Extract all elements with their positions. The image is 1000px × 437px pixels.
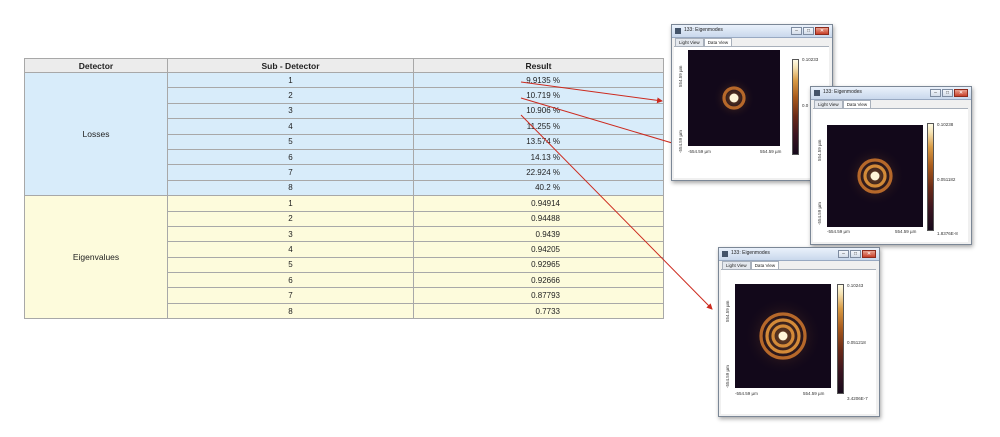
x-axis-left-label: -554.59 µm: [827, 229, 850, 234]
colorbar-mid-label: 0.051182: [937, 177, 956, 182]
colorbar-max-label: 0.10233: [802, 57, 819, 62]
mode-intensity-plot: [688, 50, 780, 146]
tab-data-view[interactable]: Data View: [750, 261, 780, 269]
x-axis-right-label: 554.59 µm: [760, 149, 782, 154]
close-button[interactable]: ✕: [815, 27, 829, 35]
eigenmodes-window-1[interactable]: 133: Eigenmodes – □ ✕ Light View Data Vi…: [671, 24, 833, 181]
y-axis-top-label: 554.59 µm: [678, 65, 683, 87]
plot-area: 554.59 µm -554.59 µm -554.59 µm 554.59 µ…: [674, 46, 829, 178]
y-axis-bottom-label: -554.59 µm: [817, 202, 822, 225]
colorbar-max-label: 0.10243: [847, 283, 864, 288]
window-icon: [722, 251, 728, 257]
mode-intensity-plot: [735, 284, 831, 388]
tab-light-view[interactable]: Light View: [675, 38, 704, 46]
window-icon: [675, 28, 681, 34]
window-icon: [814, 90, 820, 96]
y-axis-top-label: 554.59 µm: [817, 139, 822, 161]
maximize-button[interactable]: □: [850, 250, 861, 258]
window-titlebar[interactable]: 133: Eigenmodes – □ ✕: [719, 248, 879, 261]
plot-area: 554.59 µm -554.59 µm -554.59 µm 554.59 µ…: [721, 269, 876, 414]
colorbar-mid-label: 0.0: [802, 103, 809, 108]
colorbar: [792, 59, 799, 155]
x-axis-left-label: -554.59 µm: [688, 149, 711, 154]
x-axis-left-label: -554.59 µm: [735, 391, 758, 396]
x-axis-right-label: 554.59 µm: [803, 391, 825, 396]
window-title: 133: Eigenmodes: [731, 250, 770, 256]
colorbar-mid-label: 0.051218: [847, 340, 866, 345]
colorbar: [927, 123, 934, 231]
mode-core: [778, 331, 788, 341]
mode-intensity-plot: [827, 125, 923, 227]
x-axis-right-label: 554.59 µm: [895, 229, 917, 234]
maximize-button[interactable]: □: [803, 27, 814, 35]
eigenmodes-window-3[interactable]: 133: Eigenmodes – □ ✕ Light View Data Vi…: [718, 247, 880, 417]
window-title: 133: Eigenmodes: [823, 89, 862, 95]
window-title: 133: Eigenmodes: [684, 27, 723, 33]
y-axis-top-label: 554.59 µm: [725, 300, 730, 322]
close-button[interactable]: ✕: [862, 250, 876, 258]
y-axis-bottom-label: -554.59 µm: [678, 130, 683, 153]
colorbar-min-label: 1.8376E-8: [937, 231, 958, 236]
mode-core: [870, 171, 880, 181]
plot-area: 554.59 µm -554.59 µm -554.59 µm 554.59 µ…: [813, 108, 968, 242]
tab-data-view[interactable]: Data View: [842, 100, 872, 108]
tab-data-view[interactable]: Data View: [703, 38, 733, 46]
colorbar: [837, 284, 844, 394]
colorbar-min-label: 3.4206E-7: [847, 396, 868, 401]
mode-core: [729, 93, 739, 103]
close-button[interactable]: ✕: [954, 89, 968, 97]
window-titlebar[interactable]: 133: Eigenmodes – □ ✕: [811, 87, 971, 100]
minimize-button[interactable]: –: [930, 89, 941, 97]
window-titlebar[interactable]: 133: Eigenmodes – □ ✕: [672, 25, 832, 38]
arrow-row1-to-window1: [520, 81, 663, 104]
tab-light-view[interactable]: Light View: [814, 100, 843, 108]
colorbar-max-label: 0.10238: [937, 122, 954, 127]
eigenmodes-window-2[interactable]: 133: Eigenmodes – □ ✕ Light View Data Vi…: [810, 86, 972, 245]
minimize-button[interactable]: –: [838, 250, 849, 258]
maximize-button[interactable]: □: [942, 89, 953, 97]
y-axis-bottom-label: -554.59 µm: [725, 365, 730, 388]
tab-light-view[interactable]: Light View: [722, 261, 751, 269]
minimize-button[interactable]: –: [791, 27, 802, 35]
